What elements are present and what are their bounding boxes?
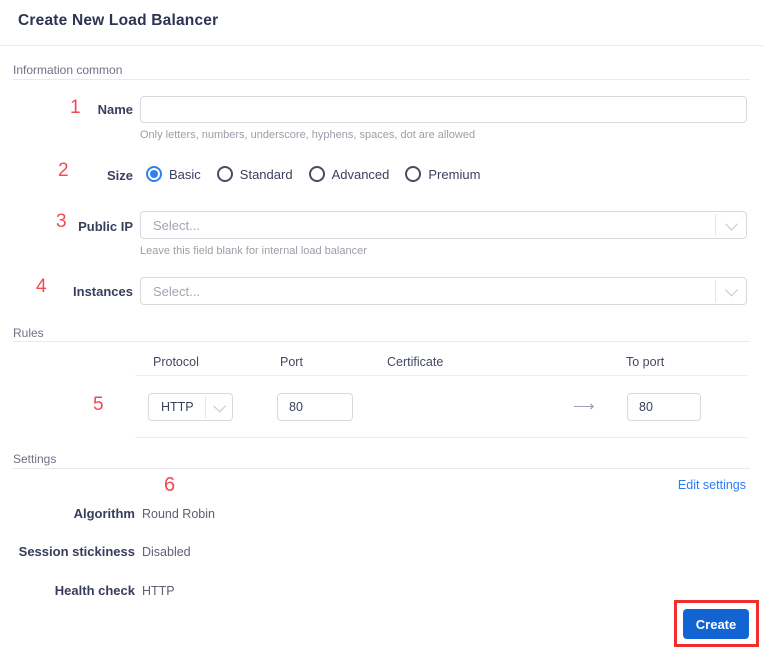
- radio-label: Advanced: [331, 166, 390, 182]
- col-header-certificate: Certificate: [387, 355, 444, 369]
- algorithm-label: Algorithm: [73, 506, 135, 521]
- public-ip-helper-text: Leave this field blank for internal load…: [140, 245, 367, 257]
- page-title: Create New Load Balancer: [18, 12, 219, 29]
- size-radio-premium[interactable]: Premium: [405, 166, 480, 182]
- name-label: Name: [97, 102, 133, 117]
- create-load-balancer-form: Create New Load Balancer Information com…: [0, 0, 764, 651]
- algorithm-value: Round Robin: [142, 507, 215, 521]
- public-ip-placeholder: Select...: [153, 217, 200, 233]
- health-check-value: HTTP: [142, 584, 175, 598]
- section-information-common: Information common: [13, 63, 123, 77]
- information-section-divider: [13, 79, 750, 80]
- instances-select[interactable]: Select...: [140, 277, 747, 305]
- settings-section-divider: [13, 468, 750, 469]
- radio-label: Basic: [169, 166, 201, 182]
- port-input[interactable]: [277, 393, 353, 421]
- annotation-number-3: 3: [56, 211, 67, 232]
- radio-label: Premium: [428, 166, 481, 182]
- session-stickiness-value: Disabled: [142, 545, 191, 559]
- protocol-value: HTTP: [161, 400, 194, 414]
- radio-unselected-icon: [216, 166, 233, 182]
- create-button[interactable]: Create: [683, 609, 749, 639]
- annotation-number-1: 1: [70, 97, 81, 118]
- header-divider: [0, 45, 764, 46]
- annotation-number-2: 2: [58, 160, 69, 181]
- radio-selected-icon: [146, 166, 162, 182]
- table-row-divider: [135, 437, 747, 438]
- right-arrow-icon: ⟶: [573, 398, 595, 415]
- col-header-protocol: Protocol: [153, 355, 199, 369]
- annotation-number-5: 5: [93, 394, 104, 415]
- radio-unselected-icon: [405, 166, 422, 182]
- size-radio-group: Basic Standard Advanced Premium: [146, 166, 480, 182]
- chevron-down-icon: [716, 212, 746, 238]
- radio-unselected-icon: [308, 166, 325, 182]
- annotation-number-4: 4: [36, 276, 47, 297]
- section-settings: Settings: [13, 452, 57, 466]
- name-helper-text: Only letters, numbers, underscore, hyphe…: [140, 129, 476, 141]
- to-port-input[interactable]: [627, 393, 701, 421]
- table-header-divider: [135, 375, 747, 376]
- size-radio-standard[interactable]: Standard: [216, 166, 293, 182]
- health-check-label: Health check: [54, 583, 135, 598]
- chevron-down-icon: [716, 278, 746, 304]
- session-stickiness-label: Session stickiness: [18, 544, 135, 559]
- radio-label: Standard: [239, 166, 293, 182]
- edit-settings-link[interactable]: Edit settings: [678, 478, 746, 492]
- instances-placeholder: Select...: [153, 283, 200, 299]
- col-header-to-port: To port: [626, 355, 665, 369]
- col-header-port: Port: [280, 355, 303, 369]
- section-rules: Rules: [13, 326, 44, 340]
- public-ip-select[interactable]: Select...: [140, 211, 747, 239]
- protocol-select[interactable]: HTTP: [148, 393, 233, 421]
- name-input[interactable]: [140, 96, 747, 123]
- size-radio-basic[interactable]: Basic: [146, 166, 201, 182]
- chevron-down-icon: [206, 394, 232, 420]
- size-radio-advanced[interactable]: Advanced: [308, 166, 390, 182]
- rules-section-divider: [13, 341, 750, 342]
- instances-label: Instances: [73, 284, 133, 299]
- annotation-number-6: 6: [164, 474, 176, 496]
